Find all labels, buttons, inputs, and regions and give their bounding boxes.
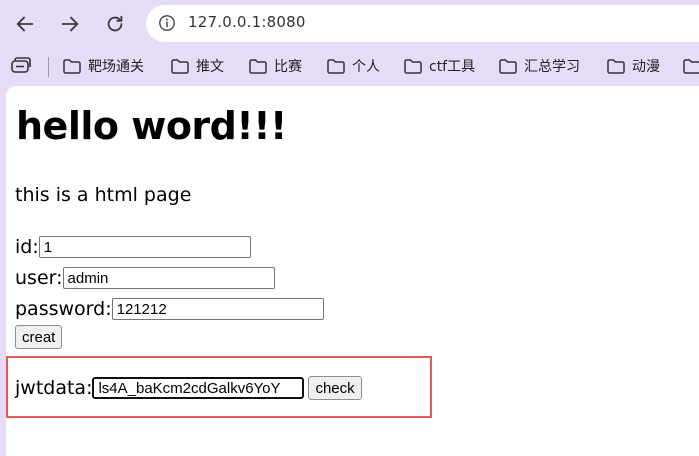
bookmark-folder[interactable]: ctf工具 <box>403 55 475 77</box>
bookmark-folder[interactable]: 动漫 <box>606 55 660 77</box>
create-row: creat <box>15 324 63 350</box>
bookmarks-bar: 靶场通关 推文 比赛 个人 ctf工具 汇总学习 动漫 <box>0 48 699 84</box>
bookmark-folder-overflow[interactable] <box>682 55 699 77</box>
user-row: user: <box>15 265 275 291</box>
id-input[interactable] <box>38 236 251 258</box>
user-label: user: <box>15 267 63 289</box>
folder-icon <box>499 59 517 74</box>
password-row: password: <box>15 296 324 322</box>
id-row: id: <box>15 234 251 260</box>
folder-icon <box>683 59 699 74</box>
info-icon[interactable] <box>158 14 176 32</box>
page-title: hello word!!! <box>16 104 287 148</box>
bookmark-folder[interactable]: 个人 <box>326 55 380 77</box>
bookmark-folder[interactable]: 汇总学习 <box>498 55 580 77</box>
bookmark-folder[interactable]: 推文 <box>170 55 224 77</box>
bookmark-folder[interactable]: 比赛 <box>248 55 302 77</box>
page-description: this is a html page <box>15 184 192 206</box>
id-label: id: <box>15 236 39 258</box>
folder-icon <box>607 59 625 74</box>
arrow-left-icon <box>16 16 34 32</box>
bookmark-folder[interactable]: 靶场通关 <box>62 55 144 77</box>
check-button[interactable]: check <box>308 376 362 400</box>
password-input[interactable] <box>111 298 324 320</box>
bookmarks-divider <box>48 57 49 77</box>
jwt-label: jwtdata: <box>15 377 93 399</box>
password-label: password: <box>15 298 112 320</box>
url-text[interactable]: 127.0.0.1:8080 <box>188 13 306 31</box>
jwt-row: jwtdata: check <box>15 375 362 401</box>
forward-button[interactable] <box>54 8 86 40</box>
bookmark-label: ctf工具 <box>429 59 476 75</box>
arrow-right-icon <box>61 16 79 32</box>
bookmark-label: 个人 <box>352 59 380 75</box>
folder-icon <box>249 59 267 74</box>
folder-icon <box>404 59 422 74</box>
folder-icon <box>63 59 81 74</box>
reload-button[interactable] <box>99 8 131 40</box>
jwt-input[interactable] <box>92 377 305 399</box>
bookmark-label: 汇总学习 <box>524 59 580 75</box>
bookmark-label: 比赛 <box>274 59 302 75</box>
user-input[interactable] <box>62 267 275 289</box>
bookmark-label: 靶场通关 <box>88 59 144 75</box>
address-bar[interactable]: 127.0.0.1:8080 <box>146 5 699 42</box>
bookmark-label: 动漫 <box>632 59 660 75</box>
bookmark-label: 推文 <box>196 59 224 75</box>
folder-icon <box>327 59 345 74</box>
reload-icon <box>107 15 123 32</box>
create-button[interactable]: creat <box>15 325 63 349</box>
tab-groups-icon[interactable] <box>10 57 32 75</box>
folder-icon <box>171 59 189 74</box>
back-button[interactable] <box>9 8 41 40</box>
page-viewport: hello word!!! this is a html page id: us… <box>6 86 699 456</box>
browser-toolbar: 127.0.0.1:8080 <box>0 0 699 48</box>
